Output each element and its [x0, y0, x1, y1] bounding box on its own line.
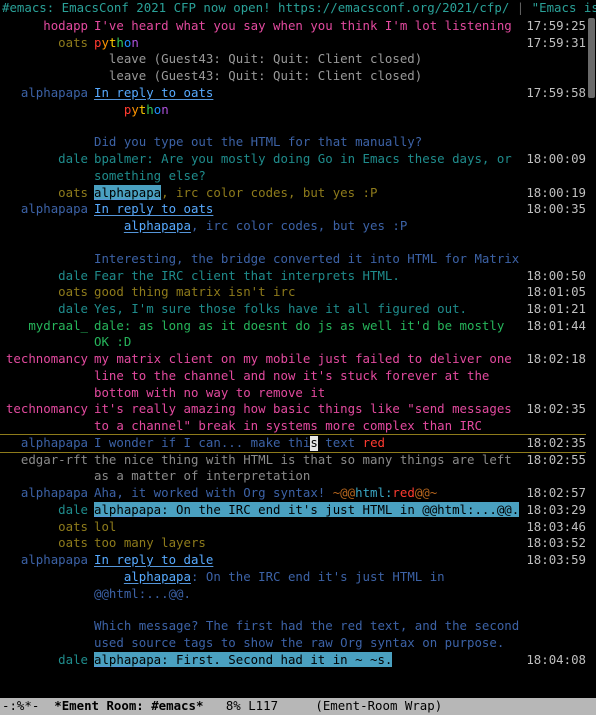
mention-link[interactable]: alphapapa [124, 569, 191, 584]
nick-dale[interactable]: dale [0, 268, 94, 285]
chat-message: oatsgood thing matrix isn't irc18:01:05 [0, 284, 586, 301]
nick-dale[interactable]: dale [0, 301, 94, 318]
timestamp: 17:59:25 [524, 18, 586, 35]
system-message: leave (Guest43: Quit: Quit: Client close… [0, 51, 586, 68]
major-mode: (Ement-Room Wrap) [315, 698, 442, 715]
reply-header: alphapapaIn reply to dale 18:03:59 [0, 552, 586, 569]
chat-message: oatstoo many layers18:03:52 [0, 535, 586, 552]
reply-target[interactable]: dale [184, 552, 214, 567]
nick-oats[interactable]: oats [0, 535, 94, 552]
message-continuation: Which message? The first had the red tex… [0, 618, 586, 651]
input-line[interactable]: alphapapaI wonder if I can... make this … [0, 434, 586, 453]
nick-alphapapa[interactable]: alphapapa [0, 435, 94, 452]
timestamp: 18:00:50 [524, 268, 586, 285]
mention-link[interactable]: alphapapa [94, 185, 161, 200]
line-number: L117 [248, 698, 278, 715]
scrollbar-thumb[interactable] [588, 18, 595, 98]
timestamp: 18:04:08 [524, 652, 586, 669]
nick-dale[interactable]: dale [0, 502, 94, 519]
timestamp: 17:59:31 [524, 35, 586, 52]
message-continuation: Interesting, the bridge converted it int… [0, 251, 586, 268]
chat-message: technomancymy matrix client on my mobile… [0, 351, 586, 401]
reply-target[interactable]: oats [184, 201, 214, 216]
timestamp: 18:03:29 [524, 502, 586, 519]
timestamp: 18:03:59 [524, 552, 586, 569]
timestamp: 18:01:44 [524, 318, 586, 335]
system-message: leave (Guest43: Quit: Quit: Client close… [0, 68, 586, 85]
chat-message: daleYes, I'm sure those folks have it al… [0, 301, 586, 318]
chat-message: dalebpalmer: Are you mostly doing Go in … [0, 151, 586, 184]
timestamp: 18:00:19 [524, 185, 586, 202]
timestamp: 18:02:57 [524, 485, 586, 502]
header-line: #emacs: EmacsConf 2021 CFP now open! htt… [0, 0, 596, 18]
mention-link[interactable]: alphapapa [94, 502, 161, 517]
timestamp: 18:00:09 [524, 151, 586, 168]
chat-message: technomancyit's really amazing how basic… [0, 401, 586, 434]
timestamp: 18:02:55 [524, 452, 586, 469]
nick-oats[interactable]: oats [0, 519, 94, 536]
nick-alphapapa[interactable]: alphapapa [0, 85, 94, 102]
reply-header: alphapapaIn reply to oats 18:00:35 [0, 201, 586, 218]
timestamp: 18:01:21 [524, 301, 586, 318]
nick-oats[interactable]: oats [0, 35, 94, 52]
mention-link[interactable]: alphapapa [94, 652, 161, 667]
timestamp: 18:00:35 [524, 201, 586, 218]
nick-dale[interactable]: dale [0, 151, 94, 168]
nick-mydraal_[interactable]: mydraal_ [0, 318, 94, 335]
timestamp: 18:02:35 [524, 401, 586, 418]
chat-message: dalealphapapa: First. Second had it in ~… [0, 652, 586, 669]
nick-alphapapa[interactable]: alphapapa [0, 201, 94, 218]
channel-name: #emacs [2, 0, 47, 15]
scroll-pct: 8% [226, 698, 241, 715]
nick-alphapapa[interactable]: alphapapa [0, 552, 94, 569]
message-continuation: python [0, 102, 586, 119]
message-continuation: alphapapa: On the IRC end it's just HTML… [0, 569, 586, 602]
timestamp: 18:03:52 [524, 535, 586, 552]
reply-link[interactable]: In reply to [94, 552, 184, 567]
chat-message: edgar-rftthe nice thing with HTML is tha… [0, 452, 586, 485]
nick-oats[interactable]: oats [0, 185, 94, 202]
timestamp: 18:02:35 [524, 435, 586, 452]
timestamp: 18:02:18 [524, 351, 586, 368]
buffer-name: *Ement Room: #emacs* [54, 698, 203, 715]
reply-link[interactable]: In reply to [94, 201, 184, 216]
chat-message: oatslol18:03:46 [0, 519, 586, 536]
reply-header: alphapapaIn reply to oats 17:59:58 [0, 85, 586, 102]
timestamp: 18:01:05 [524, 284, 586, 301]
text-cursor: s [310, 436, 318, 451]
message-continuation: Did you type out the HTML for that manua… [0, 134, 586, 151]
nick-technomancy[interactable]: technomancy [0, 401, 94, 418]
chat-message: alphapapaAha, it worked with Org syntax!… [0, 485, 586, 502]
chat-message: hodappI've heard what you say when you t… [0, 18, 586, 35]
chat-message: dalealphapapa: On the IRC end it's just … [0, 502, 586, 519]
reply-link[interactable]: In reply to [94, 85, 184, 100]
message-continuation: alphapapa, irc color codes, but yes :P [0, 218, 586, 235]
nick-technomancy[interactable]: technomancy [0, 351, 94, 368]
scrollbar[interactable] [587, 18, 596, 698]
chat-message: oatsalphapapa, irc color codes, but yes … [0, 185, 586, 202]
chat-message: oatspython17:59:31 [0, 35, 586, 52]
mention-link[interactable]: alphapapa [124, 218, 191, 233]
nick-dale[interactable]: dale [0, 652, 94, 669]
nick-hodapp[interactable]: hodapp [0, 18, 94, 35]
chat-buffer[interactable]: hodappI've heard what you say when you t… [0, 18, 596, 698]
mode-line: -:%*- *Ement Room: #emacs* 8% L117 (Emen… [0, 698, 596, 715]
nick-oats[interactable]: oats [0, 284, 94, 301]
timestamp: 17:59:58 [524, 85, 586, 102]
reply-target[interactable]: oats [184, 85, 214, 100]
chat-message: mydraal_dale: as long as it doesnt do js… [0, 318, 586, 351]
nick-edgar-rft[interactable]: edgar-rft [0, 452, 94, 469]
chat-message: daleFear the IRC client that interprets … [0, 268, 586, 285]
emacs-window: #emacs: EmacsConf 2021 CFP now open! htt… [0, 0, 596, 715]
timestamp: 18:03:46 [524, 519, 586, 536]
nick-alphapapa[interactable]: alphapapa [0, 485, 94, 502]
